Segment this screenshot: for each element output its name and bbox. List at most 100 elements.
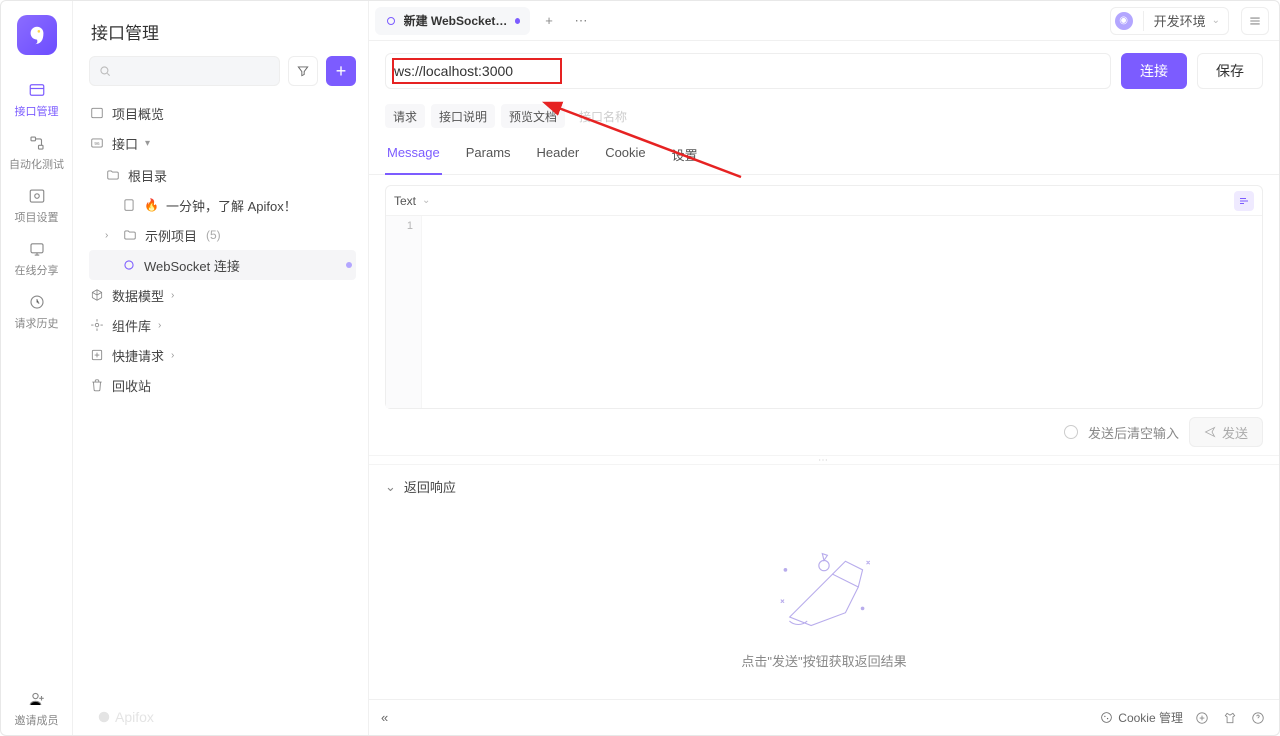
rail-label: 请求历史 [15,315,59,331]
api-icon [27,80,47,100]
url-box [385,53,1111,89]
rail-item-invite[interactable]: 邀请成员 [8,682,66,735]
add-button[interactable]: + [326,56,356,86]
rail-label: 邀请成员 [15,712,59,728]
rail-label: 在线分享 [15,262,59,278]
tree-label: 快捷请求 [112,346,164,365]
websocket-icon [121,257,137,273]
collapse-sidebar-button[interactable]: « [381,710,388,725]
tree-root[interactable]: 根目录 [89,160,356,190]
response-title: 返回响应 [404,477,456,496]
api-name-placeholder[interactable]: 接口名称 [571,104,635,128]
tab-modified-dot [515,18,520,24]
rail-item-share[interactable]: 在线分享 [8,232,66,285]
send-button[interactable]: 发送 [1189,417,1263,447]
chevron-down-icon: ⌄ [385,479,396,495]
rail-item-history[interactable]: 请求历史 [8,285,66,338]
tab-params[interactable]: Params [464,139,513,174]
tree-trash[interactable]: 回收站 [89,370,356,400]
url-input[interactable] [394,63,1110,79]
folder-icon [122,227,138,243]
format-button[interactable] [1234,191,1254,211]
rail-item-api[interactable]: 接口管理 [8,73,66,126]
rail-label: 自动化测试 [9,156,64,172]
chevron-right-icon: › [158,320,168,331]
tabs-menu-button[interactable]: ⋯ [568,8,594,34]
svg-text:96: 96 [94,141,100,146]
tab-cookie[interactable]: Cookie [603,139,647,174]
search-input[interactable] [89,56,280,86]
tree-label: 一分钟，了解 Apifox！ [166,196,297,215]
tab-label: 新建 WebSocket 接... [404,12,509,29]
menu-button[interactable] [1241,7,1269,35]
tab-header[interactable]: Header [535,139,582,174]
sub-tabs-2: Message Params Header Cookie 设置 [369,131,1279,175]
cookie-manager[interactable]: Cookie 管理 [1100,709,1183,726]
trash-icon [89,377,105,393]
tree-websocket[interactable]: WebSocket 连接 [89,250,356,280]
tabs-row: 新建 WebSocket 接... + ⋯ ◉ 开发环境 ⌄ [369,1,1279,41]
main: 新建 WebSocket 接... + ⋯ ◉ 开发环境 ⌄ 连接 保 [369,1,1279,735]
rail-item-settings[interactable]: 项目设置 [8,179,66,232]
tree-datamodel[interactable]: 数据模型 › [89,280,356,310]
left-rail: 接口管理 自动化测试 项目设置 在线分享 请求历史 邀请成员 [1,1,73,735]
format-icon [1238,195,1250,207]
send-icon [1204,426,1216,438]
clear-label: 发送后清空输入 [1088,423,1179,442]
editor-wrap: Text ⌄ 1 [385,185,1263,409]
subtab-request[interactable]: 请求 [385,104,425,128]
tree-label: 数据模型 [112,286,164,305]
tree-label: 根目录 [128,166,167,185]
tree-label: 回收站 [112,376,151,395]
tree-sample[interactable]: › 示例项目 (5) [89,220,356,250]
tree-label: WebSocket 连接 [144,256,240,275]
clear-checkbox[interactable] [1064,425,1078,439]
footer-tshirt-button[interactable] [1221,709,1239,727]
env-label: 开发环境 [1154,11,1206,30]
filter-button[interactable] [288,56,318,86]
subtab-preview[interactable]: 预览文档 [501,104,565,128]
search-icon [98,64,112,78]
flow-icon [27,133,47,153]
split-handle[interactable]: ⋯ [369,455,1279,465]
send-row: 发送后清空输入 发送 [369,409,1279,455]
editor-mode[interactable]: Text [394,194,416,208]
logo-small-icon [97,710,111,724]
gutter: 1 [386,216,422,408]
new-tab-button[interactable]: + [536,8,562,34]
websocket-icon [385,14,398,28]
environment-selector[interactable]: ◉ 开发环境 ⌄ [1110,7,1229,35]
message-editor[interactable] [422,216,1262,408]
modified-dot [346,262,352,268]
subtab-doc[interactable]: 接口说明 [431,104,495,128]
folder-icon [105,167,121,183]
fire-icon: 🔥 [144,198,159,212]
chevron-right-icon: › [105,230,115,241]
tab-websocket[interactable]: 新建 WebSocket 接... [375,7,530,35]
invite-icon [27,689,47,709]
tree-api[interactable]: 96 接口 ▾ [89,128,356,158]
tab-settings[interactable]: 设置 [670,139,700,174]
response-head[interactable]: ⌄ 返回响应 [369,465,1279,508]
rail-item-automation[interactable]: 自动化测试 [8,126,66,179]
component-icon [89,317,105,333]
history-icon [27,292,47,312]
tree-quickreq[interactable]: 快捷请求 › [89,340,356,370]
sub-tabs-1: 请求 接口说明 预览文档 接口名称 [369,101,1279,131]
tree-components[interactable]: 组件库 › [89,310,356,340]
footer-help-button[interactable] [1249,709,1267,727]
chevron-down-icon: ▾ [145,138,155,149]
save-button[interactable]: 保存 [1197,53,1263,89]
footer-plus-button[interactable] [1193,709,1211,727]
chevron-right-icon: › [171,350,181,361]
api-folder-icon: 96 [89,135,105,151]
tree-label: 示例项目 [145,226,197,245]
chevron-down-icon: ⌄ [1212,15,1220,26]
count: (5) [206,228,221,242]
connect-button[interactable]: 连接 [1121,53,1187,89]
tree-overview[interactable]: 项目概览 [89,98,356,128]
empty-illustration [764,537,884,637]
tree-quickstart[interactable]: 🔥 一分钟，了解 Apifox！ [89,190,356,220]
quick-icon [89,347,105,363]
tab-message[interactable]: Message [385,139,442,174]
